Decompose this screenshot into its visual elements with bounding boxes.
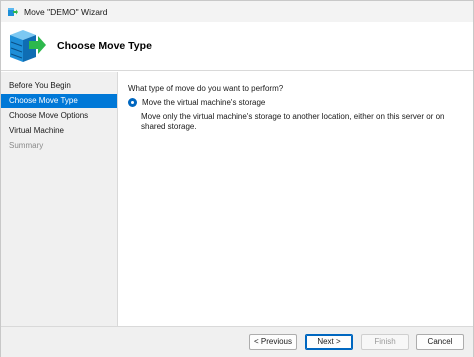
nav-item-choose-move-type[interactable]: Choose Move Type	[1, 94, 117, 108]
move-storage-description: Move only the virtual machine's storage …	[141, 112, 445, 131]
steps-nav: Before You Begin Choose Move Type Choose…	[1, 72, 117, 326]
cancel-button[interactable]: Cancel	[416, 334, 464, 350]
nav-item-virtual-machine[interactable]: Virtual Machine	[1, 124, 117, 138]
move-type-question: What type of move do you want to perform…	[128, 84, 284, 93]
finish-button: Finish	[361, 334, 409, 350]
wizard-footer: < Previous Next > Finish Cancel	[1, 326, 473, 357]
content-pane: What type of move do you want to perform…	[118, 72, 473, 326]
next-button[interactable]: Next >	[305, 334, 353, 350]
wizard-app-icon	[7, 6, 18, 17]
window-title: Move "DEMO" Wizard	[24, 6, 108, 17]
wizard-window: Move "DEMO" Wizard Choose Move Type Befo…	[0, 0, 474, 357]
move-storage-label[interactable]: Move the virtual machine's storage	[142, 98, 265, 107]
nav-item-summary: Summary	[9, 141, 44, 150]
move-storage-radio[interactable]	[128, 98, 137, 107]
server-move-arrow-icon	[7, 27, 47, 65]
move-storage-option[interactable]: Move the virtual machine's storage	[128, 98, 265, 107]
title-bar: Move "DEMO" Wizard	[1, 1, 473, 22]
wizard-header: Choose Move Type	[1, 22, 473, 71]
nav-item-before-you-begin[interactable]: Before You Begin	[1, 79, 117, 93]
nav-item-choose-move-options[interactable]: Choose Move Options	[1, 109, 117, 123]
page-title: Choose Move Type	[57, 40, 152, 52]
previous-button[interactable]: < Previous	[249, 334, 297, 350]
